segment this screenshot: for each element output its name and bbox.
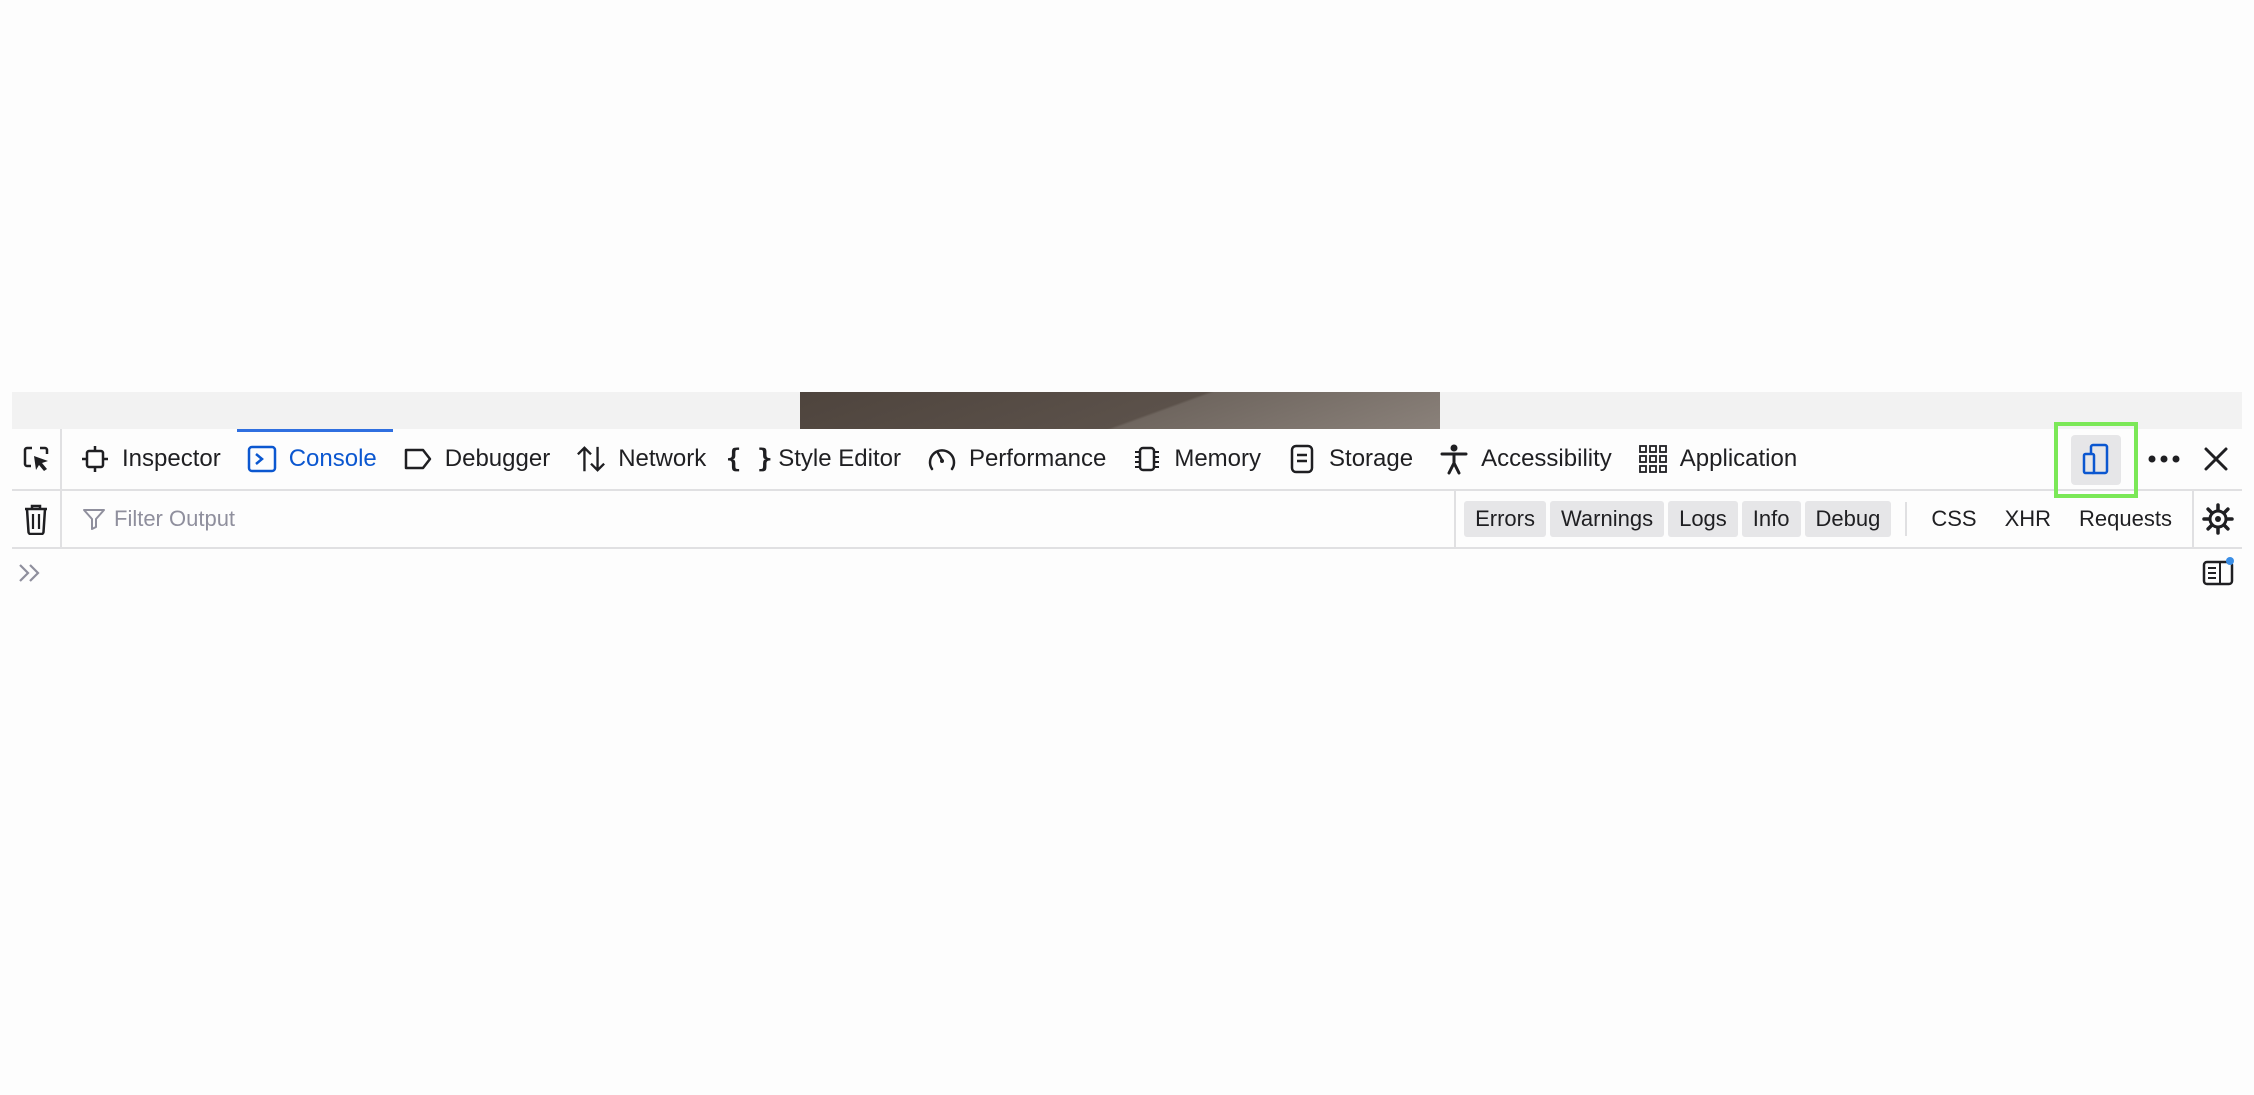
storage-icon — [1287, 444, 1317, 474]
tab-label: Application — [1679, 445, 1798, 472]
filter-logs-button[interactable]: Logs — [1668, 501, 1738, 537]
filter-divider — [1905, 502, 1908, 536]
accessibility-icon — [1439, 444, 1469, 475]
tab-label: Storage — [1329, 445, 1414, 472]
filter-icon — [83, 509, 105, 530]
filter-output-input[interactable] — [112, 505, 716, 533]
tab-label: Performance — [968, 445, 1107, 472]
console-sidebar-toggle-button[interactable] — [2198, 553, 2238, 593]
tab-performance[interactable]: Performance — [917, 429, 1122, 489]
filter-requests-button[interactable]: Requests — [2065, 501, 2186, 537]
tab-label: Network — [618, 445, 707, 472]
tab-label: Memory — [1174, 445, 1262, 472]
page-hero-image — [800, 392, 1440, 429]
console-icon — [247, 444, 277, 474]
element-picker-button[interactable] — [12, 429, 62, 489]
responsive-design-mode-icon — [2082, 443, 2109, 475]
console-input[interactable] — [48, 553, 2198, 593]
tab-storage[interactable]: Storage — [1277, 429, 1429, 489]
devtools-toolbar: Inspector Console Debugger Network { } S… — [12, 422, 2242, 498]
tab-label: Style Editor — [778, 445, 901, 472]
ellipsis-icon — [2148, 455, 2180, 463]
application-icon — [1638, 444, 1668, 474]
tab-inspector[interactable]: Inspector — [70, 429, 237, 489]
devtools-panel: Inspector Console Debugger Network { } S… — [12, 422, 2242, 1095]
filter-css-button[interactable]: CSS — [1917, 501, 1990, 537]
tab-debugger[interactable]: Debugger — [393, 429, 566, 489]
tab-application[interactable]: Application — [1628, 429, 1813, 489]
toolbar-right-controls — [2054, 422, 2242, 498]
debugger-icon — [403, 444, 433, 474]
element-picker-icon — [23, 446, 49, 471]
page-content — [0, 0, 2254, 392]
filter-warnings-button[interactable]: Warnings — [1549, 501, 1665, 537]
console-filter-bar: Errors Warnings Logs Info Debug CSS XHR … — [12, 491, 2242, 549]
tab-label: Debugger — [444, 445, 551, 472]
notification-dot — [2226, 557, 2234, 565]
performance-icon — [927, 444, 957, 474]
filter-debug-button[interactable]: Debug — [1804, 501, 1892, 537]
close-devtools-button[interactable] — [2190, 429, 2242, 489]
filter-info-button[interactable]: Info — [1741, 501, 1801, 537]
tab-accessibility[interactable]: Accessibility — [1429, 429, 1628, 489]
tab-label: Console — [288, 445, 377, 472]
inspector-icon — [80, 444, 110, 474]
trash-icon — [25, 504, 47, 535]
filter-errors-button[interactable]: Errors — [1464, 501, 1546, 537]
tab-console[interactable]: Console — [236, 429, 393, 489]
console-input-row — [12, 551, 2242, 595]
tab-network[interactable]: Network — [566, 429, 722, 489]
filter-xhr-button[interactable]: XHR — [1991, 501, 2065, 537]
more-options-button[interactable] — [2138, 429, 2190, 489]
tab-memory[interactable]: Memory — [1122, 429, 1277, 489]
gear-icon — [2202, 503, 2234, 535]
tab-style-editor[interactable]: { } Style Editor — [722, 429, 917, 489]
tab-label: Accessibility — [1481, 445, 1612, 472]
tab-label: Inspector — [122, 445, 221, 472]
memory-icon — [1132, 444, 1162, 474]
responsive-design-mode-button[interactable] — [2054, 422, 2138, 498]
log-level-filters: Errors Warnings Logs Info Debug CSS XHR … — [1454, 491, 2186, 547]
console-prompt-icon — [12, 562, 48, 584]
console-settings-button[interactable] — [2192, 491, 2242, 547]
network-icon — [576, 444, 606, 474]
style-editor-icon: { } — [725, 444, 773, 474]
responsive-design-mode-button-inner — [2071, 435, 2121, 485]
clear-console-button[interactable] — [12, 491, 62, 547]
close-icon — [2204, 447, 2228, 471]
filter-output-field — [62, 491, 1454, 547]
